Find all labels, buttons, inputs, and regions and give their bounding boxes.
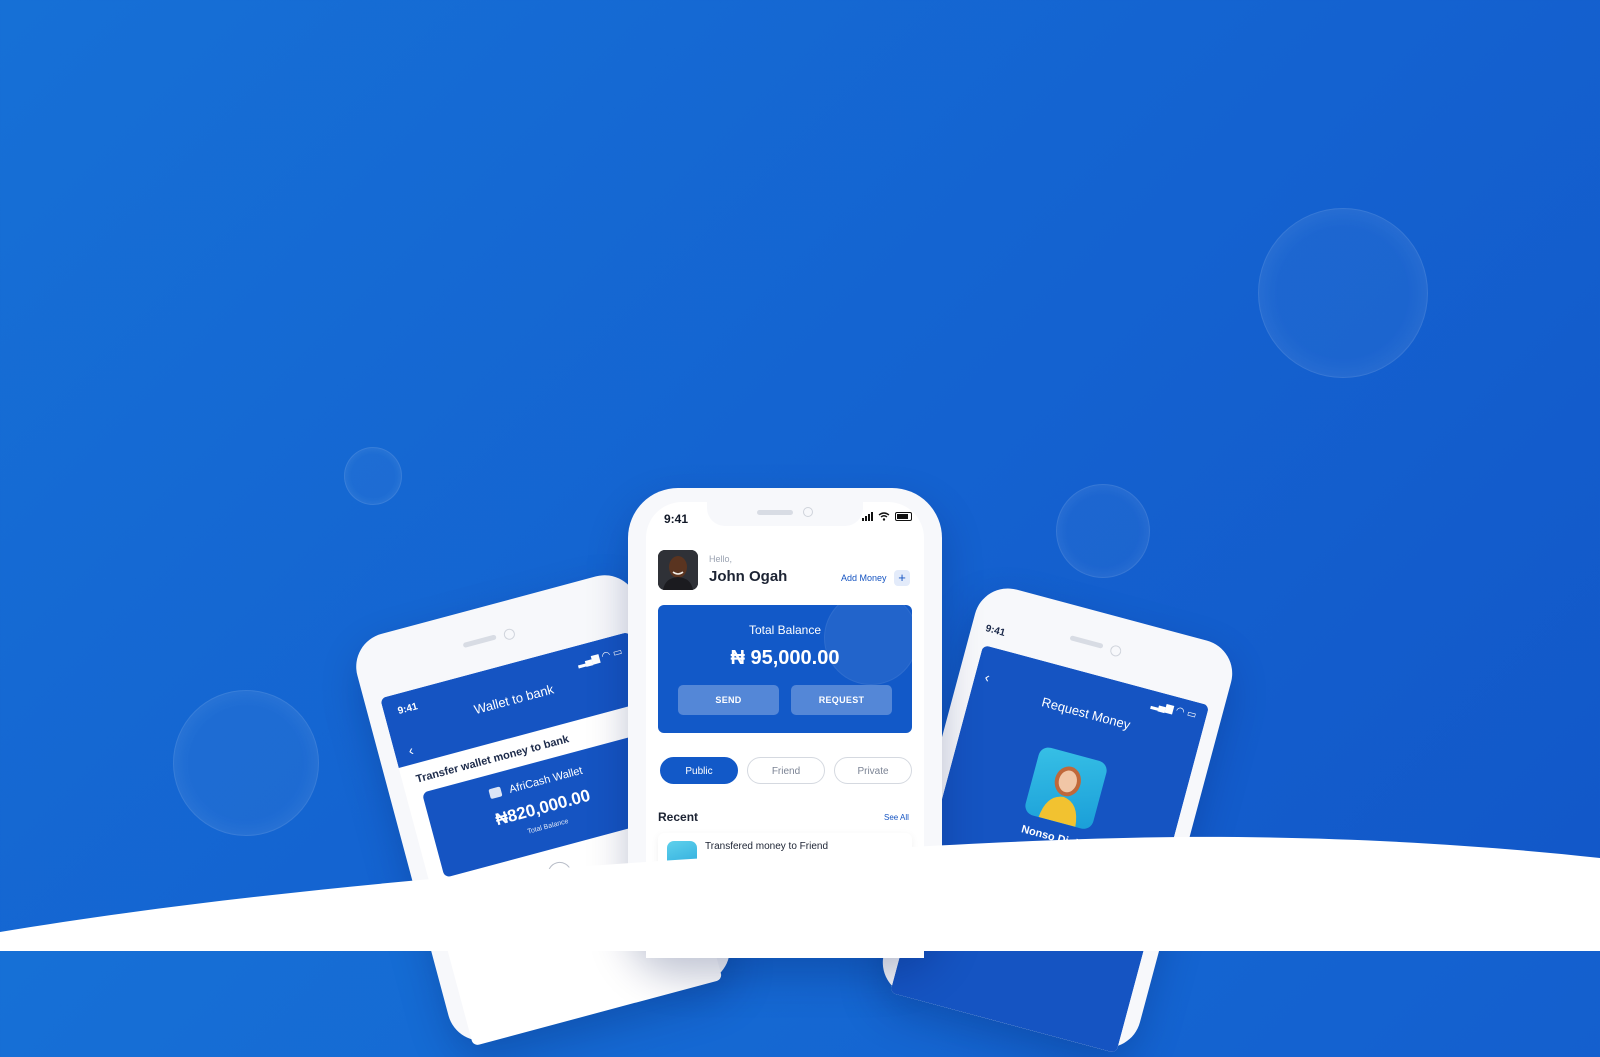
recent-heading: Recent (658, 810, 699, 824)
wallet-card[interactable]: AfriCash Wallet ₦820,000.00 Total Balanc… (421, 734, 664, 878)
privacy-tabs: Public Friend Private (658, 757, 914, 785)
tab-public[interactable]: Public (660, 757, 738, 784)
status-time: 9:41 (396, 701, 419, 718)
balance-label: Total Balance (748, 623, 822, 637)
request-button[interactable]: REQUEST (791, 685, 892, 715)
tab-private[interactable]: Private (834, 757, 912, 784)
front-camera (502, 627, 517, 642)
speaker-grille (757, 510, 793, 515)
contact-photo (1023, 745, 1109, 832)
home-screen: 9:41 Hello, John Ogah Add Money + Total … (646, 502, 924, 958)
status-time: 9:41 (664, 512, 689, 526)
speaker-grille (1069, 635, 1104, 649)
recent-item-text: Transfered money to Friend (705, 841, 829, 852)
status-bar-icons (862, 512, 912, 521)
user-name: John Ogah (709, 568, 788, 585)
app-showcase: 9:41 ▂▄▆ ◠ ▭ Wallet to bank ‹ Transfer w… (0, 0, 1600, 1056)
speaker-grille (462, 634, 497, 649)
greeting: Hello, (709, 554, 733, 564)
phone-home: 9:41 Hello, John Ogah Add Money + Total … (628, 488, 942, 958)
front-camera (1109, 644, 1123, 658)
front-camera (803, 507, 813, 517)
send-button[interactable]: SEND (678, 685, 779, 715)
plus-icon[interactable]: + (894, 570, 910, 586)
status-time: 9:41 (984, 623, 1007, 639)
tab-friend[interactable]: Friend (747, 757, 825, 784)
avatar[interactable] (658, 550, 698, 590)
list-item[interactable]: Transfered money to Friend (658, 833, 912, 873)
wallet-icon (488, 786, 503, 800)
add-money-link[interactable]: Add Money (841, 573, 887, 583)
decorative-glow (824, 605, 912, 685)
wifi-icon (878, 512, 890, 521)
contact-thumbnail (667, 841, 697, 871)
balance-card: Total Balance ₦ 95,000.00 SEND REQUEST (658, 605, 912, 733)
chevron-left-icon[interactable]: ‹ (407, 742, 416, 759)
phone-notch (707, 502, 863, 526)
person-avatar-illustration (658, 550, 698, 590)
signal-icon (862, 512, 873, 521)
person-avatar-illustration (1038, 766, 1081, 827)
battery-icon (895, 512, 912, 521)
screen-title: Wallet to bank (472, 681, 556, 718)
status-icons: ▂▄▆ ◠ ▭ (1150, 698, 1198, 722)
arrow-down-circle-icon[interactable]: ↓ (544, 859, 575, 889)
balance-amount: ₦ 95,000.00 (730, 647, 840, 669)
see-all-link[interactable]: See All (884, 813, 909, 822)
